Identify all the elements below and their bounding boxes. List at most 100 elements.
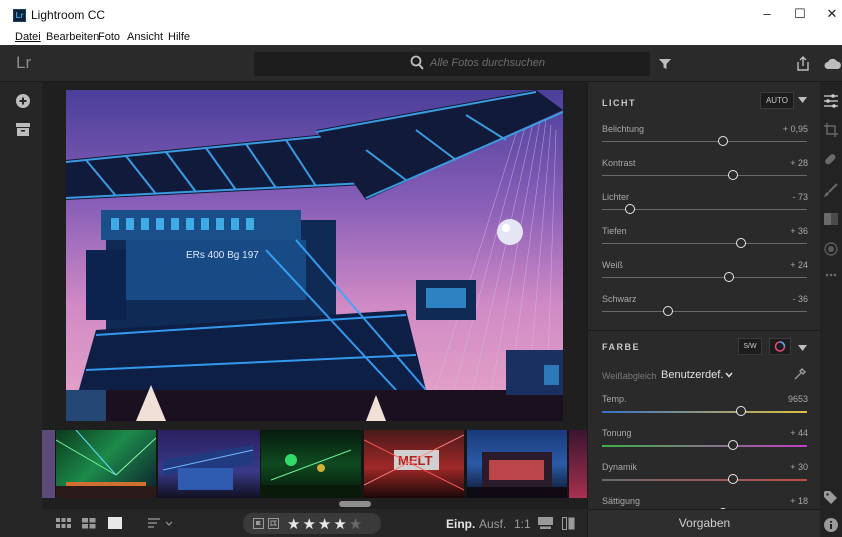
top-app-bar: Lr Alle Fotos durchsuchen xyxy=(0,45,842,82)
filmstrip-thumb-5[interactable] xyxy=(467,430,567,498)
slider-track[interactable] xyxy=(602,141,807,142)
filmstrip-thumb-1[interactable] xyxy=(55,429,157,498)
search-field[interactable]: Alle Fotos durchsuchen xyxy=(254,52,650,76)
slider-track[interactable] xyxy=(602,479,807,481)
edit-sliders-icon[interactable] xyxy=(824,94,838,108)
close-button[interactable]: ✕ xyxy=(822,4,842,24)
menu-item-foto[interactable]: Foto xyxy=(98,31,120,43)
flag-pick-icon[interactable] xyxy=(253,518,264,529)
main-view: ERs 400 Bg 197 MELT ★★★★★ Einp. Ausf. 1:… xyxy=(42,82,587,537)
bw-button[interactable]: S/W xyxy=(738,338,762,355)
filmstrip-thumb-2[interactable] xyxy=(158,430,260,498)
white-balance-select[interactable]: Benutzerdef. xyxy=(661,369,723,381)
slider-track[interactable] xyxy=(602,445,807,447)
info-panel-icon[interactable] xyxy=(562,517,575,530)
slider-handle[interactable] xyxy=(728,440,739,450)
auto-button[interactable]: AUTO xyxy=(760,92,794,109)
rating-bar: ★★★★★ xyxy=(243,513,381,534)
photo-grid-icon[interactable] xyxy=(82,518,96,529)
star-rating[interactable]: ★★★★★ xyxy=(287,515,364,533)
slider-label: Weiß xyxy=(602,260,623,270)
slider-value[interactable]: - 36 xyxy=(792,294,808,304)
keyword-tag-icon[interactable] xyxy=(824,491,838,504)
eyedropper-icon[interactable] xyxy=(794,368,806,380)
crop-icon[interactable] xyxy=(824,123,838,137)
slider-value[interactable]: + 30 xyxy=(790,462,808,472)
star-icon[interactable]: ★ xyxy=(302,516,317,533)
star-icon[interactable]: ★ xyxy=(287,516,302,533)
window-title: Lightroom CC xyxy=(31,8,106,22)
square-grid-icon[interactable] xyxy=(56,518,71,529)
slider-track[interactable] xyxy=(602,175,807,176)
star-icon[interactable]: ★ xyxy=(318,516,333,533)
slider-track[interactable] xyxy=(602,411,807,413)
slider-value[interactable]: + 18 xyxy=(790,496,808,506)
lr-brand: Lr xyxy=(16,53,32,72)
menu-item-bearbeiten[interactable]: Bearbeiten xyxy=(46,31,99,43)
info-icon[interactable] xyxy=(824,518,838,532)
slider-handle[interactable] xyxy=(736,406,747,416)
filmstrip-thumb-6[interactable] xyxy=(569,430,587,498)
menu-item-ansicht[interactable]: Ansicht xyxy=(127,31,163,43)
slider-value[interactable]: 9653 xyxy=(788,394,808,404)
slider-label: Kontrast xyxy=(602,158,636,168)
star-icon[interactable]: ★ xyxy=(333,516,348,533)
slider-handle[interactable] xyxy=(728,474,739,484)
slider-value[interactable]: + 0,95 xyxy=(783,124,808,134)
filter-icon[interactable] xyxy=(658,58,672,70)
light-collapse-icon[interactable] xyxy=(798,97,807,103)
add-photos-icon[interactable] xyxy=(16,94,30,108)
star-icon[interactable]: ★ xyxy=(349,516,364,533)
excavator-sign: ERs 400 Bg 197 xyxy=(186,250,259,261)
slider-handle[interactable] xyxy=(717,136,728,146)
app-logo-icon: Lr xyxy=(13,9,26,22)
slider-value[interactable]: - 73 xyxy=(792,192,808,202)
slider-value[interactable]: + 24 xyxy=(790,260,808,270)
library-icon[interactable] xyxy=(16,123,30,136)
slider-handle[interactable] xyxy=(624,204,635,214)
lightroom-window: Lr Lightroom CC – ☐ ✕ Datei Bearbeiten F… xyxy=(0,0,842,537)
detail-view-icon[interactable] xyxy=(108,517,122,529)
slider-handle[interactable] xyxy=(724,272,735,282)
slider-value[interactable]: + 44 xyxy=(790,428,808,438)
brush-icon[interactable] xyxy=(824,183,838,197)
slider-track[interactable] xyxy=(602,243,807,244)
menu-item-hilfe[interactable]: Hilfe xyxy=(168,31,190,43)
menu-item-datei[interactable]: Datei xyxy=(15,31,41,43)
filmstrip-scrollbar[interactable] xyxy=(339,501,371,507)
slider-handle[interactable] xyxy=(736,238,747,248)
slider-track[interactable] xyxy=(602,277,807,278)
linear-gradient-icon[interactable] xyxy=(824,213,838,225)
slider-value[interactable]: + 28 xyxy=(790,158,808,168)
filmstrip-thumb-partial[interactable] xyxy=(42,430,55,498)
slider-value[interactable]: + 36 xyxy=(790,226,808,236)
crane-night-image xyxy=(162,445,254,490)
share-icon[interactable] xyxy=(796,56,810,71)
section-divider xyxy=(588,330,821,331)
color-collapse-icon[interactable] xyxy=(798,345,807,351)
white-balance-label: Weißabgleich xyxy=(602,371,657,381)
more-options-icon[interactable] xyxy=(825,273,837,277)
slider-handle[interactable] xyxy=(728,170,739,180)
slider-label: Lichter xyxy=(602,192,630,202)
fit-zoom-button[interactable]: Einp. xyxy=(446,517,475,531)
one-to-one-zoom-button[interactable]: 1:1 xyxy=(514,517,531,531)
color-mixer-icon[interactable] xyxy=(769,338,791,355)
slider-label: Belichtung xyxy=(602,124,645,134)
sort-menu-icon[interactable] xyxy=(148,518,174,529)
filmstrip-thumb-3[interactable] xyxy=(261,430,361,498)
radial-gradient-icon[interactable] xyxy=(824,242,838,256)
cloud-icon[interactable] xyxy=(824,58,842,70)
main-photo[interactable]: ERs 400 Bg 197 xyxy=(66,90,563,421)
healing-brush-icon[interactable] xyxy=(824,153,838,167)
fill-zoom-button[interactable]: Ausf. xyxy=(479,517,506,531)
chevron-down-icon[interactable] xyxy=(725,372,733,378)
presets-button[interactable]: Vorgaben xyxy=(588,509,821,537)
minimize-button[interactable]: – xyxy=(757,4,777,24)
maximize-button[interactable]: ☐ xyxy=(790,4,810,24)
compare-icon[interactable] xyxy=(538,517,553,529)
flag-reject-icon[interactable] xyxy=(268,518,279,529)
slider-handle[interactable] xyxy=(662,306,673,316)
filmstrip-thumb-4[interactable]: MELT xyxy=(363,430,465,498)
slider-track[interactable] xyxy=(602,311,807,312)
